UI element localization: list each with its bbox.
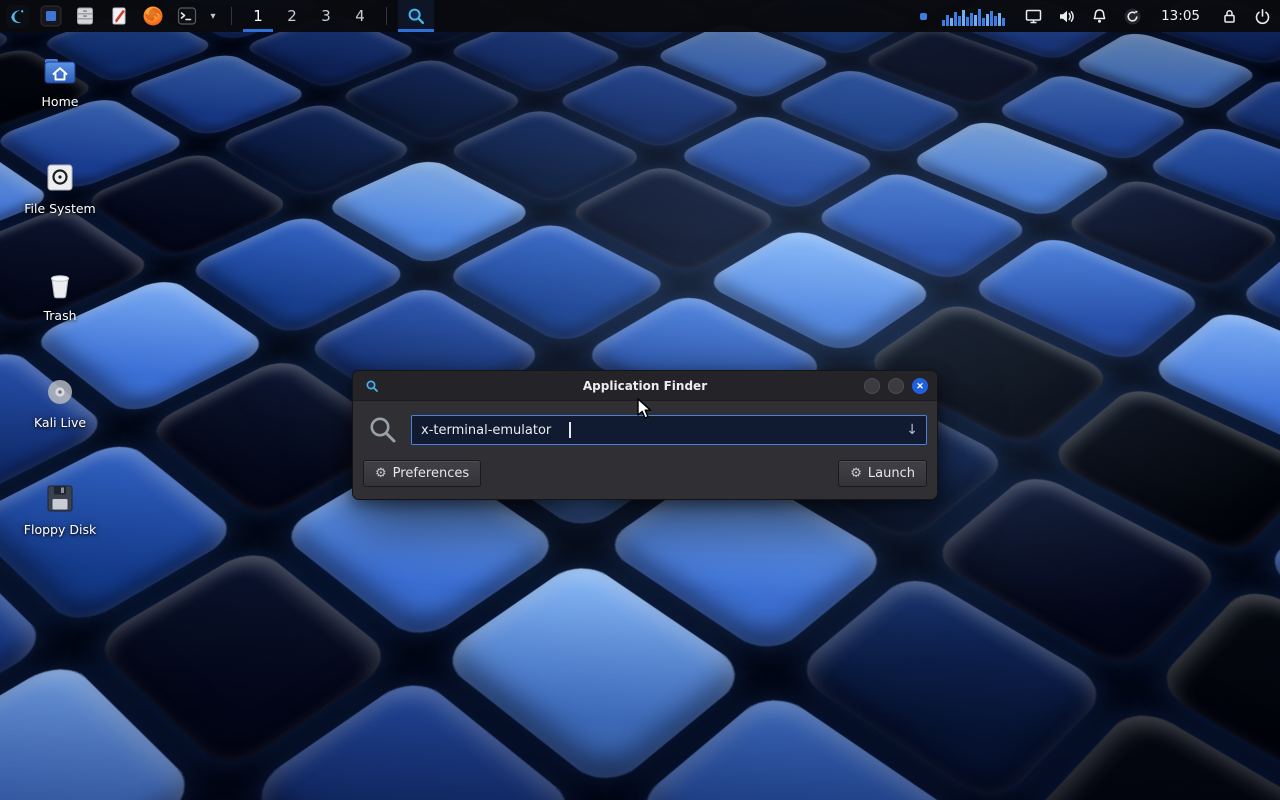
application-finder-dialog: Application Finder ✕ ↓ ⚙ Preferences ⚙ L… [352, 370, 938, 500]
panel-separator [386, 7, 387, 25]
dialog-button-row: ⚙ Preferences ⚙ Launch [353, 453, 937, 499]
cpu-graph-icon [942, 6, 1008, 26]
preferences-button[interactable]: ⚙ Preferences [363, 460, 481, 487]
dialog-title: Application Finder [353, 371, 937, 400]
trash-icon [40, 266, 80, 304]
window-manager-launcher[interactable] [36, 0, 66, 32]
system-monitor-graph[interactable] [940, 6, 1010, 26]
application-finder-icon [364, 378, 380, 394]
refresh-icon [1123, 7, 1142, 26]
desktop-icon-trash[interactable]: Trash [18, 266, 102, 323]
updates-tray-button[interactable] [1122, 6, 1142, 26]
search-input-wrapper: ↓ [411, 415, 927, 445]
terminal-icon [175, 4, 199, 28]
close-button[interactable]: ✕ [912, 378, 928, 394]
dropdown-arrow-icon[interactable]: ↓ [906, 422, 918, 438]
kali-logo-icon [5, 4, 30, 29]
panel-separator [231, 7, 232, 25]
window-manager-icon [39, 4, 63, 28]
text-editor-icon [107, 4, 131, 28]
panel-left-group: ▾ 1 2 3 4 [2, 0, 434, 32]
notifications-tray-button[interactable] [1089, 6, 1109, 26]
desktop-icon-label: File System [18, 201, 102, 216]
terminal-launcher[interactable] [172, 0, 202, 32]
status-indicator-dot [920, 13, 927, 20]
file-manager-launcher[interactable] [70, 0, 100, 32]
desktop-icon-label: Trash [18, 308, 102, 323]
lock-icon [1220, 7, 1239, 26]
disc-icon [40, 373, 80, 411]
workspace-label: 2 [287, 7, 297, 25]
workspace-label: 1 [253, 7, 263, 25]
speaker-icon [1057, 7, 1076, 26]
terminal-dropdown-chevron[interactable]: ▾ [206, 0, 220, 32]
gear-icon: ⚙ [375, 467, 387, 480]
chevron-down-icon: ▾ [210, 11, 215, 22]
logout-button[interactable] [1252, 6, 1272, 26]
minimize-button[interactable] [864, 378, 880, 394]
firefox-icon [141, 4, 165, 28]
launch-icon: ⚙ [850, 467, 862, 480]
workspace-label: 4 [355, 7, 365, 25]
text-editor-launcher[interactable] [104, 0, 134, 32]
display-icon [1024, 7, 1043, 26]
preferences-button-label: Preferences [393, 466, 469, 481]
firefox-launcher[interactable] [138, 0, 168, 32]
panel-right-group: 13:05 [920, 0, 1272, 32]
window-buttons: ✕ [864, 378, 928, 394]
workspace-button-4[interactable]: 4 [345, 0, 375, 32]
application-finder-icon [405, 5, 427, 27]
launch-button[interactable]: ⚙ Launch [838, 460, 927, 487]
clock-text: 13:05 [1161, 8, 1200, 24]
desktop-icon-floppy-disk[interactable]: Floppy Disk [18, 480, 102, 537]
desktop-icon-label: Floppy Disk [18, 522, 102, 537]
close-icon: ✕ [916, 382, 924, 391]
search-input[interactable] [411, 415, 927, 445]
dialog-titlebar[interactable]: Application Finder ✕ [353, 371, 937, 401]
workspace-button-2[interactable]: 2 [277, 0, 307, 32]
desktop-icon-kali-live[interactable]: Kali Live [18, 373, 102, 430]
workspace-label: 3 [321, 7, 331, 25]
display-settings-tray-button[interactable] [1023, 6, 1043, 26]
lock-screen-button[interactable] [1219, 6, 1239, 26]
launch-button-label: Launch [868, 466, 915, 481]
file-manager-icon [73, 4, 97, 28]
volume-tray-button[interactable] [1056, 6, 1076, 26]
desktop-icon-label: Kali Live [18, 415, 102, 430]
bell-icon [1090, 7, 1109, 26]
kali-menu-button[interactable] [2, 0, 32, 32]
top-panel: ▾ 1 2 3 4 [0, 0, 1280, 32]
taskbar-application-finder[interactable] [398, 0, 434, 32]
desktop-icon-home[interactable]: Home [18, 52, 102, 109]
desktop-icon-label: Home [18, 94, 102, 109]
home-folder-icon [40, 52, 80, 90]
workspace-button-1[interactable]: 1 [243, 0, 273, 32]
floppy-disk-icon [40, 480, 80, 518]
search-row: ↓ [353, 401, 937, 453]
desktop-icon-file-system[interactable]: File System [18, 159, 102, 216]
text-caret [569, 422, 571, 438]
file-system-drive-icon [40, 159, 80, 197]
search-icon [367, 414, 399, 446]
workspace-button-3[interactable]: 3 [311, 0, 341, 32]
clock[interactable]: 13:05 [1155, 7, 1206, 25]
maximize-button[interactable] [888, 378, 904, 394]
power-icon [1253, 7, 1272, 26]
